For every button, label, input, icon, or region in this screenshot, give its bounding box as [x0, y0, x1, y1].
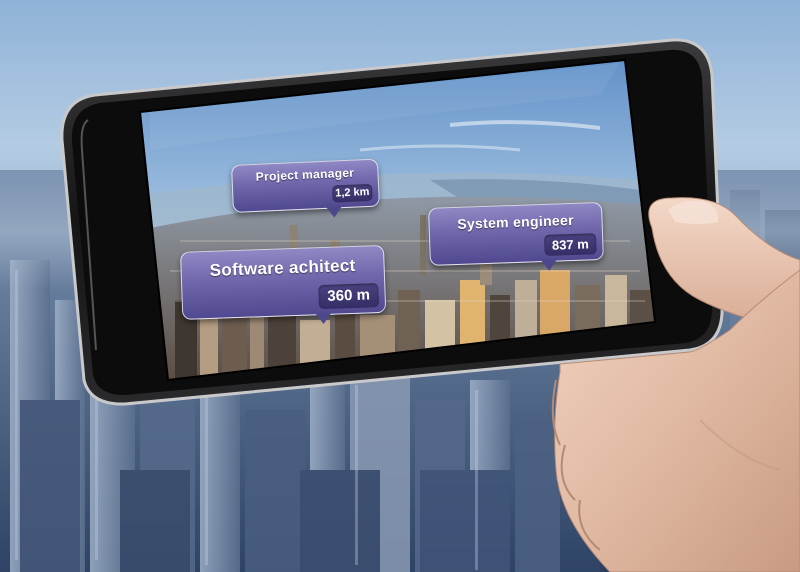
ar-photo-scene: Project manager 1,2 km System engineer 8… [0, 0, 800, 572]
hand [551, 197, 800, 572]
